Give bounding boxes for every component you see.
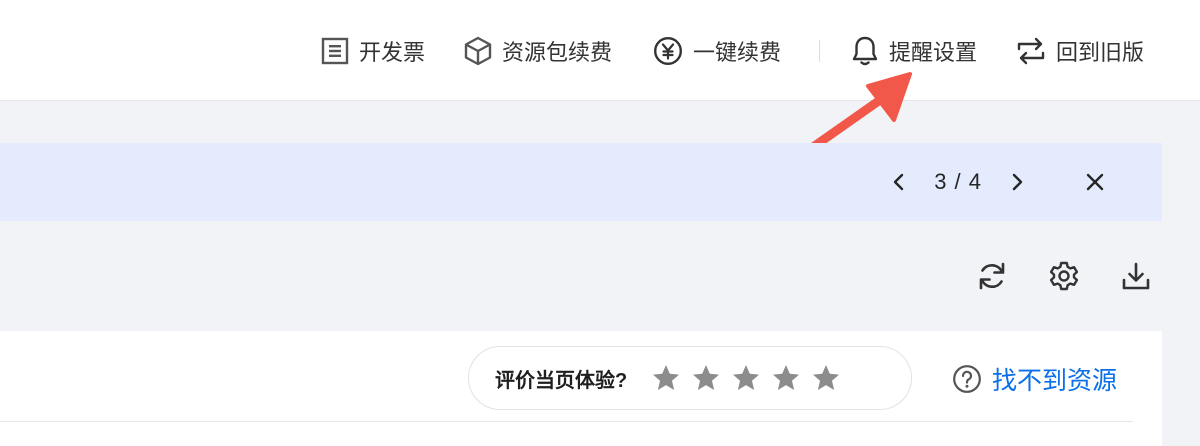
star-3-icon[interactable] — [731, 363, 761, 393]
question-circle-icon — [953, 365, 981, 393]
refresh-icon — [979, 262, 1005, 290]
cannot-find-resource-link[interactable]: 找不到资源 — [952, 360, 1117, 398]
rating-label: 评价当页体验? — [495, 369, 628, 392]
settings-button[interactable] — [1046, 258, 1082, 294]
refresh-button[interactable] — [974, 258, 1010, 294]
one-click-renew-button[interactable]: 一键续费 — [653, 34, 781, 68]
package-cube-icon — [464, 36, 492, 66]
chevron-left-icon — [893, 173, 904, 191]
package-renew-label: 资源包续费 — [502, 40, 613, 65]
rating-stars — [651, 363, 841, 393]
chevron-right-icon — [1012, 173, 1023, 191]
download-icon — [1122, 262, 1150, 290]
star-4-icon[interactable] — [771, 363, 801, 393]
package-renew-button[interactable]: 资源包续费 — [464, 34, 612, 68]
header-divider — [819, 40, 820, 62]
yen-circle-icon — [653, 36, 683, 66]
page-rating-widget: 评价当页体验? — [468, 346, 912, 410]
top-header: 开发票 资源包续费 一键续费 提醒设置 回到旧版 — [0, 0, 1200, 101]
star-1-icon[interactable] — [651, 363, 681, 393]
notification-banner: 3 / 4 — [0, 143, 1162, 221]
close-banner-button[interactable] — [1080, 167, 1110, 197]
close-icon — [1086, 173, 1104, 191]
invoice-label: 开发票 — [359, 40, 426, 65]
cannot-find-resource-label: 找不到资源 — [992, 367, 1118, 395]
page-counter: 3 / 4 — [934, 169, 982, 194]
invoice-icon — [321, 37, 349, 65]
switch-arrows-icon — [1017, 37, 1045, 65]
one-click-renew-label: 一键续费 — [693, 40, 782, 65]
next-page-button[interactable] — [1002, 167, 1032, 197]
invoice-button[interactable]: 开发票 — [321, 34, 425, 68]
back-to-old-version-button[interactable]: 回到旧版 — [1016, 34, 1144, 68]
gear-icon — [1049, 261, 1079, 291]
download-button[interactable] — [1118, 258, 1154, 294]
star-5-icon[interactable] — [811, 363, 841, 393]
prev-page-button[interactable] — [884, 167, 914, 197]
panel-divider — [0, 421, 1133, 422]
back-to-old-version-label: 回到旧版 — [1056, 40, 1145, 65]
star-2-icon[interactable] — [691, 363, 721, 393]
banner-pager: 3 / 4 — [884, 143, 1110, 221]
